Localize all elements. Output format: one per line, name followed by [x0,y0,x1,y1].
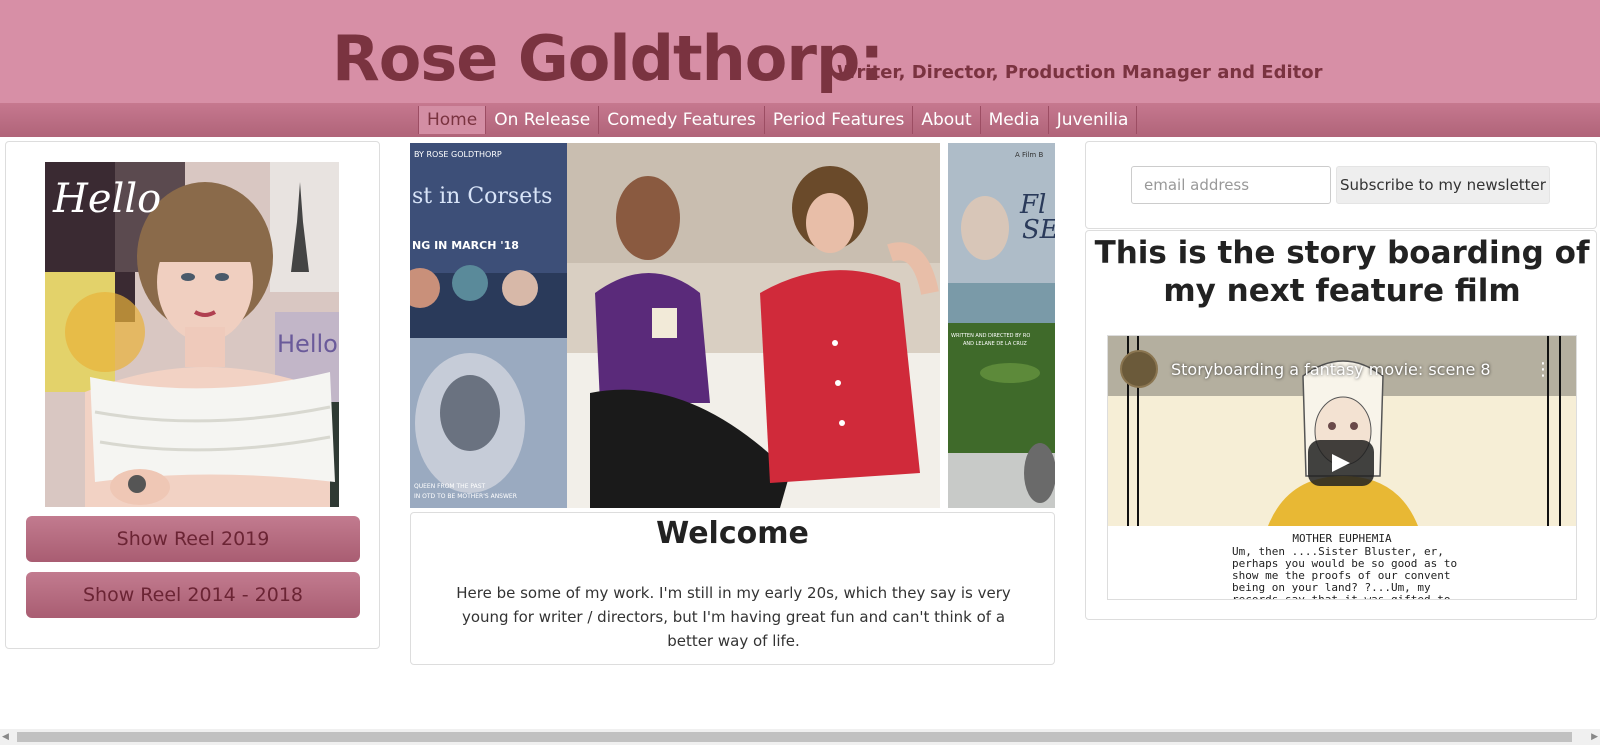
nav-item-juvenilia[interactable]: Juvenilia [1049,106,1138,134]
play-icon [1332,454,1350,472]
arrow-right-icon[interactable]: ▶ [1588,732,1598,742]
poster-1-title: st in Corsets [412,184,552,209]
nav-item-period-features[interactable]: Period Features [765,106,914,134]
video-embed[interactable]: Storyboarding a fantasy movie: scene 8 ⋮… [1107,335,1577,600]
subscribe-button[interactable]: Subscribe to my newsletter [1336,166,1550,204]
welcome-panel: Welcome Here be some of my work. I'm sti… [410,512,1055,665]
photo-hello-text: Hello [52,176,161,222]
email-field[interactable] [1131,166,1331,204]
storyboard-panel: This is the story boarding of my next fe… [1085,230,1597,620]
profile-photo: Hello Hello [45,162,339,507]
horizontal-scrollbar[interactable]: ◀ ▶ [0,729,1600,745]
show-reel-2019-button[interactable]: Show Reel 2019 [26,516,360,562]
site-subtitle: Writer, Director, Production Manager and… [837,62,1323,83]
poster-1-date: NG IN MARCH '18 [412,239,519,252]
nav-item-comedy-features[interactable]: Comedy Features [599,106,765,134]
film-slider[interactable]: BY ROSE GOLDTHORP st in Corsets NG IN MA… [410,143,1055,508]
show-reel-2014-2018-button[interactable]: Show Reel 2014 - 2018 [26,572,360,618]
photo-hello-text-2: Hello [277,330,338,358]
video-title[interactable]: Storyboarding a fantasy movie: scene 8 [1171,360,1491,379]
channel-avatar[interactable] [1120,350,1158,388]
welcome-text: Here be some of my work. I'm still in my… [456,584,1011,650]
storyboard-heading: This is the story boarding of my next fe… [1094,235,1590,309]
arrow-left-icon[interactable]: ◀ [2,732,12,742]
poster-2-credits-2: AND LELANE DE LA CRUZ [963,341,1027,347]
script-lines: Um, then ....Sister Bluster, er, perhaps… [1232,545,1458,600]
profile-panel: Hello Hello Show Reel 2019 Show Reel 201… [5,141,380,649]
script-area: MOTHER EUPHEMIA Um, then ....Sister Blus… [1108,526,1576,600]
scrollbar-thumb[interactable] [17,732,1572,742]
nav-list: Home On Release Comedy Features Period F… [418,106,1138,134]
main-nav: Home On Release Comedy Features Period F… [0,103,1600,137]
poster-2-byline: A Film B [1015,151,1043,159]
poster-1-byline: BY ROSE GOLDTHORP [414,150,502,159]
nav-item-media[interactable]: Media [981,106,1049,134]
poster-1-tagline-2: IN OTD TO BE MOTHER'S ANSWER [414,493,517,500]
nav-item-home[interactable]: Home [418,106,487,134]
more-vertical-icon[interactable]: ⋮ [1534,358,1552,382]
site-header: Rose Goldthorp: Writer, Director, Produc… [0,0,1600,103]
poster-1-tagline: QUEEN FROM THE PAST [414,483,486,490]
site-title: Rose Goldthorp: [332,22,884,95]
nav-item-on-release[interactable]: On Release [486,106,600,134]
nav-item-about[interactable]: About [913,106,981,134]
newsletter-panel: Subscribe to my newsletter [1085,141,1597,229]
welcome-title: Welcome [656,516,809,551]
poster-2-credits: WRITTEN AND DIRECTED BY RO [951,333,1030,339]
poster-2-title-2: SE [1022,215,1055,245]
play-button[interactable] [1308,440,1374,486]
script-character: MOTHER EUPHEMIA [1292,532,1392,545]
